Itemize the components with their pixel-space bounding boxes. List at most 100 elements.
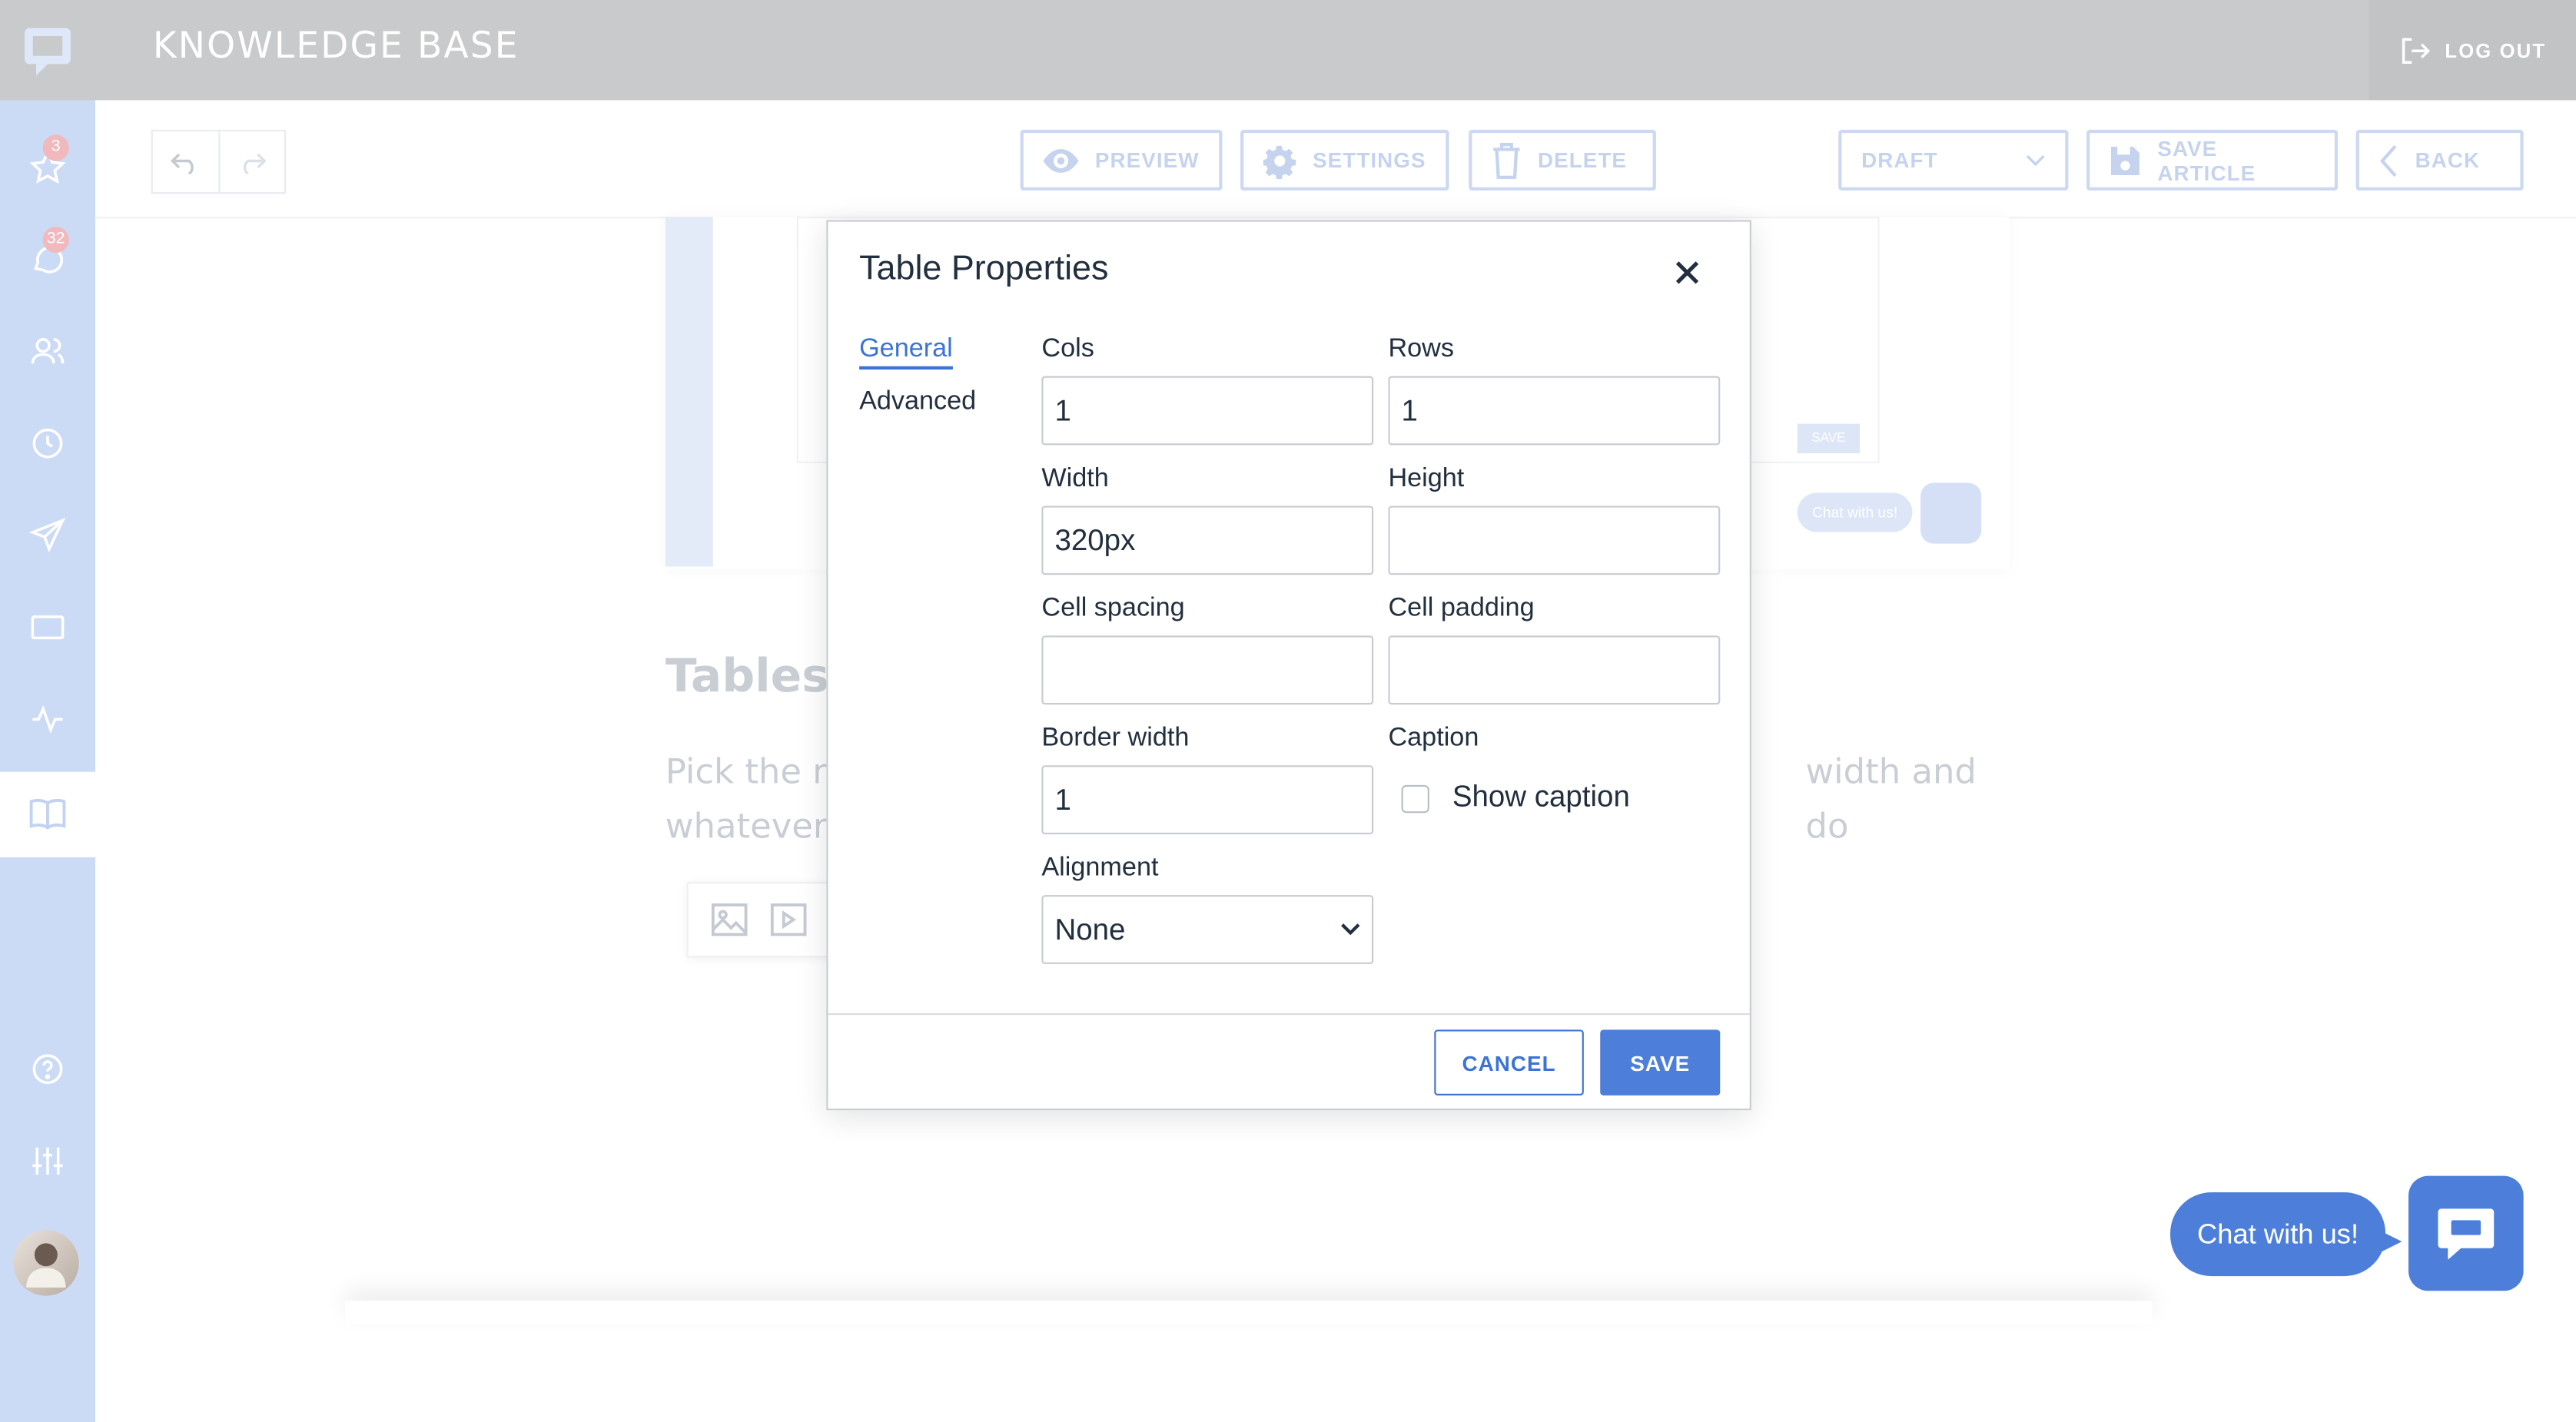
preview-label: PREVIEW: [1094, 148, 1200, 173]
cell-spacing-label: Cell spacing: [1041, 594, 1185, 623]
eye-icon: [1043, 148, 1079, 172]
width-field[interactable]: [1041, 505, 1374, 575]
height-label: Height: [1388, 464, 1465, 493]
avatar[interactable]: [13, 1230, 79, 1296]
save-button[interactable]: SAVE: [1600, 1029, 1721, 1096]
chevron-down-icon: [2026, 154, 2045, 166]
screenshot-save-button: SAVE: [1797, 423, 1860, 454]
paragraph-start: Pick the n: [665, 752, 835, 792]
preview-button[interactable]: PREVIEW: [1020, 129, 1223, 191]
chat-launcher-button[interactable]: [2408, 1175, 2524, 1291]
window-icon: [31, 615, 65, 640]
sidebar-item-users[interactable]: [0, 312, 95, 391]
delete-label: DELETE: [1537, 148, 1628, 173]
chats-badge: 32: [42, 227, 69, 254]
sidebar: 3 32: [0, 100, 95, 1422]
chat-logo-icon: [25, 27, 71, 75]
image-icon[interactable]: [711, 903, 748, 936]
dialog-footer-divider: [828, 1013, 1750, 1016]
app-root: KNOWLEDGE BASE LOG OUT 3 32 PREVIEW SETT…: [0, 0, 2576, 1422]
cell-padding-label: Cell padding: [1388, 594, 1535, 623]
caption-label: Caption: [1388, 724, 1479, 753]
book-icon: [29, 798, 66, 830]
settings-label: SETTINGS: [1313, 148, 1426, 173]
chevron-left-icon: [2379, 144, 2397, 177]
rows-label: Rows: [1388, 335, 1454, 363]
logout-label: LOG OUT: [2445, 38, 2547, 62]
undo-button[interactable]: [153, 131, 220, 193]
close-icon: [1675, 261, 1699, 284]
width-label: Width: [1041, 464, 1109, 493]
sidebar-item-knowledge-base[interactable]: [0, 771, 95, 857]
rows-field[interactable]: [1388, 376, 1721, 446]
sidebar-item-settings[interactable]: [0, 1122, 95, 1201]
redo-button[interactable]: [219, 131, 284, 192]
delete-button[interactable]: DELETE: [1469, 129, 1656, 191]
cell-spacing-field[interactable]: [1041, 635, 1374, 705]
save-article-button[interactable]: SAVE ARTICLE: [2086, 129, 2339, 191]
redo-icon: [244, 152, 267, 174]
show-caption-checkbox[interactable]: [1401, 784, 1429, 814]
favorites-badge: 3: [42, 134, 69, 161]
logout-icon: [2402, 37, 2431, 63]
alignment-label: Alignment: [1041, 854, 1159, 882]
tab-general[interactable]: General: [859, 335, 953, 370]
status-value: DRAFT: [1861, 148, 1938, 173]
clock-icon: [32, 428, 63, 459]
height-field[interactable]: [1388, 505, 1721, 575]
paragraph-line2: whatever: [665, 806, 828, 846]
dialog-title: Table Properties: [859, 249, 1109, 288]
app-title: KNOWLEDGE BASE: [152, 26, 520, 68]
show-caption-label[interactable]: Show caption: [1452, 780, 1630, 814]
sidebar-item-campaigns[interactable]: [0, 496, 95, 575]
alignment-value: None: [1054, 912, 1126, 946]
bottom-shadow: [345, 1301, 2153, 1324]
sliders-icon: [32, 1147, 63, 1175]
alignment-select[interactable]: None: [1041, 895, 1374, 964]
sidebar-item-favorites[interactable]: 3: [0, 128, 95, 207]
cols-field[interactable]: [1041, 376, 1374, 446]
trash-icon: [1493, 141, 1520, 178]
cell-padding-field[interactable]: [1388, 635, 1721, 705]
sidebar-item-analytics[interactable]: [0, 680, 95, 759]
tab-advanced[interactable]: Advanced: [859, 388, 976, 417]
screenshot-sidebar: [665, 217, 713, 567]
settings-button[interactable]: SETTINGS: [1240, 129, 1449, 191]
sidebar-item-widget[interactable]: [0, 588, 95, 667]
status-dropdown[interactable]: DRAFT: [1838, 129, 2069, 191]
screenshot-chat-bubble: Chat with us!: [1797, 492, 1913, 532]
cancel-button[interactable]: CANCEL: [1434, 1029, 1584, 1096]
undo-icon: [170, 152, 194, 174]
video-icon[interactable]: [770, 903, 807, 936]
screenshot-chat-button: [1920, 482, 1982, 544]
floppy-icon: [2110, 145, 2139, 174]
back-button[interactable]: BACK: [2355, 129, 2524, 191]
send-icon: [29, 518, 66, 553]
cols-label: Cols: [1041, 335, 1094, 363]
users-icon: [31, 338, 65, 364]
chat-bubble-icon: [2438, 1208, 2495, 1260]
sidebar-item-history[interactable]: [0, 404, 95, 483]
logout-button[interactable]: LOG OUT: [2369, 0, 2576, 101]
chat-with-us-bubble[interactable]: Chat with us!: [2170, 1192, 2386, 1277]
paragraph-end: width and do: [1805, 752, 1977, 846]
chat-bubble-tail: [2375, 1228, 2402, 1255]
sidebar-item-help[interactable]: [0, 1029, 95, 1109]
sidebar-item-chats[interactable]: 32: [0, 220, 95, 299]
editor-toolbar: PREVIEW SETTINGS DELETE DRAFT SAVE ARTIC…: [95, 100, 2576, 219]
chevron-down-icon: [1341, 923, 1360, 936]
user-avatar-icon: [26, 1243, 66, 1288]
border-width-label: Border width: [1041, 724, 1190, 753]
top-bar: KNOWLEDGE BASE LOG OUT: [0, 0, 2576, 101]
help-icon: [32, 1054, 63, 1085]
close-button[interactable]: [1662, 248, 1711, 297]
logo[interactable]: [0, 0, 95, 101]
activity-icon: [32, 704, 63, 734]
gear-icon: [1263, 144, 1296, 178]
back-label: BACK: [2415, 148, 2481, 173]
section-heading: Tables: [665, 648, 829, 703]
border-width-field[interactable]: [1041, 765, 1374, 835]
table-properties-dialog: Table Properties General Advanced Cols R…: [826, 220, 1751, 1111]
save-article-label: SAVE ARTICLE: [2157, 135, 2256, 185]
undo-redo-group: [151, 129, 286, 194]
